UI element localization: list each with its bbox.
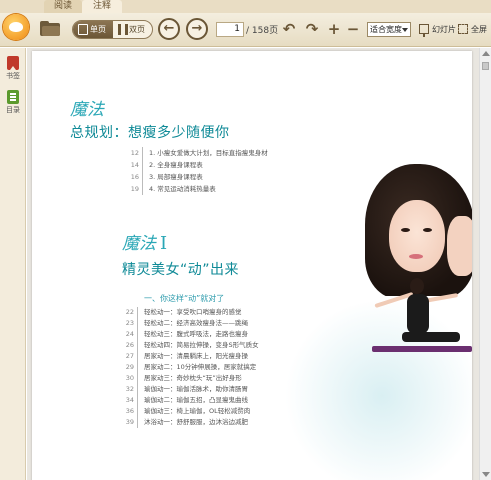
scroll-up-icon[interactable] bbox=[482, 51, 490, 56]
rotate-left-icon[interactable]: ↶ bbox=[280, 19, 298, 39]
page-total-label: / 158页 bbox=[246, 26, 279, 36]
toc-row[interactable]: 39 沐浴动一：舒舒服服，边沐浴边减肥 bbox=[122, 417, 259, 428]
fullscreen-label: 全屏 bbox=[471, 25, 487, 34]
fullscreen-icon bbox=[458, 24, 468, 34]
double-page-button[interactable]: 双页 bbox=[113, 21, 152, 38]
toc-row[interactable]: 29 居家动二：10分钟伸展操，居家就搞定 bbox=[122, 362, 259, 373]
toc-row[interactable]: 12 1. 小瘦女爱做大计划，目标直指瘦鬼身材 bbox=[127, 147, 268, 159]
yoga-photo bbox=[372, 256, 472, 366]
sidebar-item-label: 书签 bbox=[6, 72, 20, 80]
single-page-button[interactable]: 单页 bbox=[73, 21, 113, 38]
toc-row[interactable]: 23 轻松动二：经济高效瘦身法——跳绳 bbox=[122, 318, 259, 329]
fullscreen-button[interactable]: 全屏 bbox=[458, 22, 487, 37]
section1-title: 总规划：想瘦多少随便你 bbox=[70, 125, 230, 141]
document-viewport[interactable]: 魔法 总规划：想瘦多少随便你 12 1. 小瘦女爱做大计划，目标直指瘦鬼身材 14… bbox=[27, 48, 479, 480]
toc-row[interactable]: 16 3. 局部瘦身课程表 bbox=[127, 171, 268, 183]
view-mode-toggle: 单页 双页 bbox=[72, 20, 153, 39]
sidebar: 书签 目录 bbox=[0, 48, 26, 480]
toc-row[interactable]: 14 2. 全身瘦身课程表 bbox=[127, 159, 268, 171]
zoom-out-icon[interactable]: − bbox=[344, 19, 362, 39]
tab-read[interactable]: 阅读 bbox=[44, 0, 82, 13]
slideshow-icon bbox=[419, 24, 429, 37]
sidebar-item-label: 目录 bbox=[6, 106, 20, 114]
toc-row[interactable]: 30 居家动三：奇妙枕头“玩”出好身形 bbox=[122, 373, 259, 384]
toc-row[interactable]: 24 轻松动三：腹式呼吸法，走路也瘦身 bbox=[122, 329, 259, 340]
toc-row[interactable]: 27 居家动一：清晨躺床上，阳光瘦身操 bbox=[122, 351, 259, 362]
sidebar-item-bookmarks[interactable]: 书签 bbox=[3, 56, 23, 81]
next-page-button[interactable]: → bbox=[186, 18, 208, 40]
vertical-scrollbar[interactable] bbox=[479, 48, 491, 480]
toc-row[interactable]: 32 瑜伽动一：瑜伽活脉术，助你清肠胃 bbox=[122, 384, 259, 395]
bookmark-icon bbox=[7, 56, 19, 70]
toc-row[interactable]: 22 轻松动一：享受吹口哨瘦身的感觉 bbox=[122, 307, 259, 318]
toc-row[interactable]: 19 4. 常见运动消耗热量表 bbox=[127, 183, 268, 195]
section2-tag: 魔法 I bbox=[122, 233, 168, 254]
tab-annotate[interactable]: 注释 bbox=[82, 0, 122, 13]
app-logo-icon[interactable] bbox=[3, 14, 29, 40]
toc-icon bbox=[7, 90, 19, 104]
sidebar-item-toc[interactable]: 目录 bbox=[3, 90, 23, 115]
zoom-in-icon[interactable]: + bbox=[325, 19, 343, 39]
toc-row[interactable]: 36 瑜伽动三：椅上瑜伽，OL轻松减赘肉 bbox=[122, 406, 259, 417]
toc-row[interactable]: 26 轻松动四：简易拉伸操，变身S形气质女 bbox=[122, 340, 259, 351]
subsection-title: 一、你这样“动”就对了 bbox=[144, 294, 225, 303]
section1-toc: 12 1. 小瘦女爱做大计划，目标直指瘦鬼身材 14 2. 全身瘦身课程表 16 3.… bbox=[127, 147, 268, 195]
open-folder-icon[interactable] bbox=[40, 21, 60, 36]
page-number-input[interactable]: 1 bbox=[216, 22, 244, 37]
section1-tag: 魔法 bbox=[66, 89, 106, 123]
chevron-down-icon bbox=[402, 28, 408, 32]
tab-bar: 阅读 注释 bbox=[0, 0, 491, 13]
document-page: 魔法 总规划：想瘦多少随便你 12 1. 小瘦女爱做大计划，目标直指瘦鬼身材 14… bbox=[32, 51, 472, 480]
double-page-label: 双页 bbox=[129, 25, 145, 34]
toolbar: 单页 双页 ← → 1 / 158页 ↶ ↷ + − 适合宽度 幻灯片 全屏 bbox=[0, 13, 491, 47]
single-page-icon bbox=[78, 24, 88, 35]
section2-toc: 22 轻松动一：享受吹口哨瘦身的感觉 23 轻松动二：经济高效瘦身法——跳绳 24 轻… bbox=[122, 307, 259, 428]
section2-title: 精灵美女“动”出来 bbox=[122, 262, 240, 278]
rotate-right-icon[interactable]: ↷ bbox=[303, 19, 321, 39]
prev-page-button[interactable]: ← bbox=[158, 18, 180, 40]
zoom-select[interactable]: 适合宽度 bbox=[367, 22, 411, 37]
slideshow-label: 幻灯片 bbox=[432, 25, 456, 34]
slideshow-button[interactable]: 幻灯片 bbox=[419, 22, 456, 37]
double-page-icon bbox=[118, 24, 128, 35]
scroll-down-icon[interactable] bbox=[482, 472, 490, 477]
toc-row[interactable]: 34 瑜伽动二：瑜伽五招，凸显瘦鬼曲线 bbox=[122, 395, 259, 406]
scroll-thumb[interactable] bbox=[482, 62, 489, 70]
single-page-label: 单页 bbox=[90, 25, 106, 34]
zoom-select-value: 适合宽度 bbox=[370, 25, 402, 34]
